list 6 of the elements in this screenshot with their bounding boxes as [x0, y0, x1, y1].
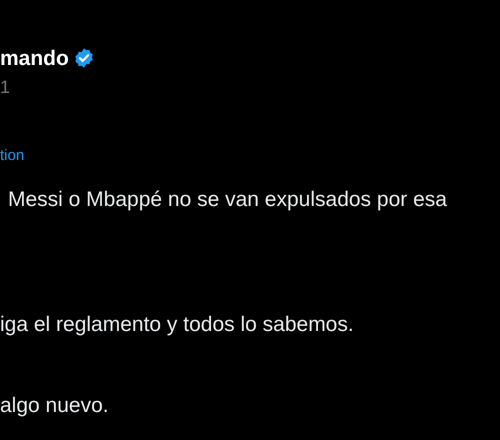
tweet-text: algo nuevo. — [0, 395, 109, 416]
translate-link[interactable]: tion — [0, 148, 24, 163]
tweet-text: iga el reglamento y todos lo sabemos. — [0, 314, 354, 335]
tweet-text: Messi o Mbappé no se van expulsados por esa — [8, 189, 447, 210]
author-handle: 1 — [0, 78, 10, 96]
author-name[interactable]: mando — [0, 48, 69, 68]
